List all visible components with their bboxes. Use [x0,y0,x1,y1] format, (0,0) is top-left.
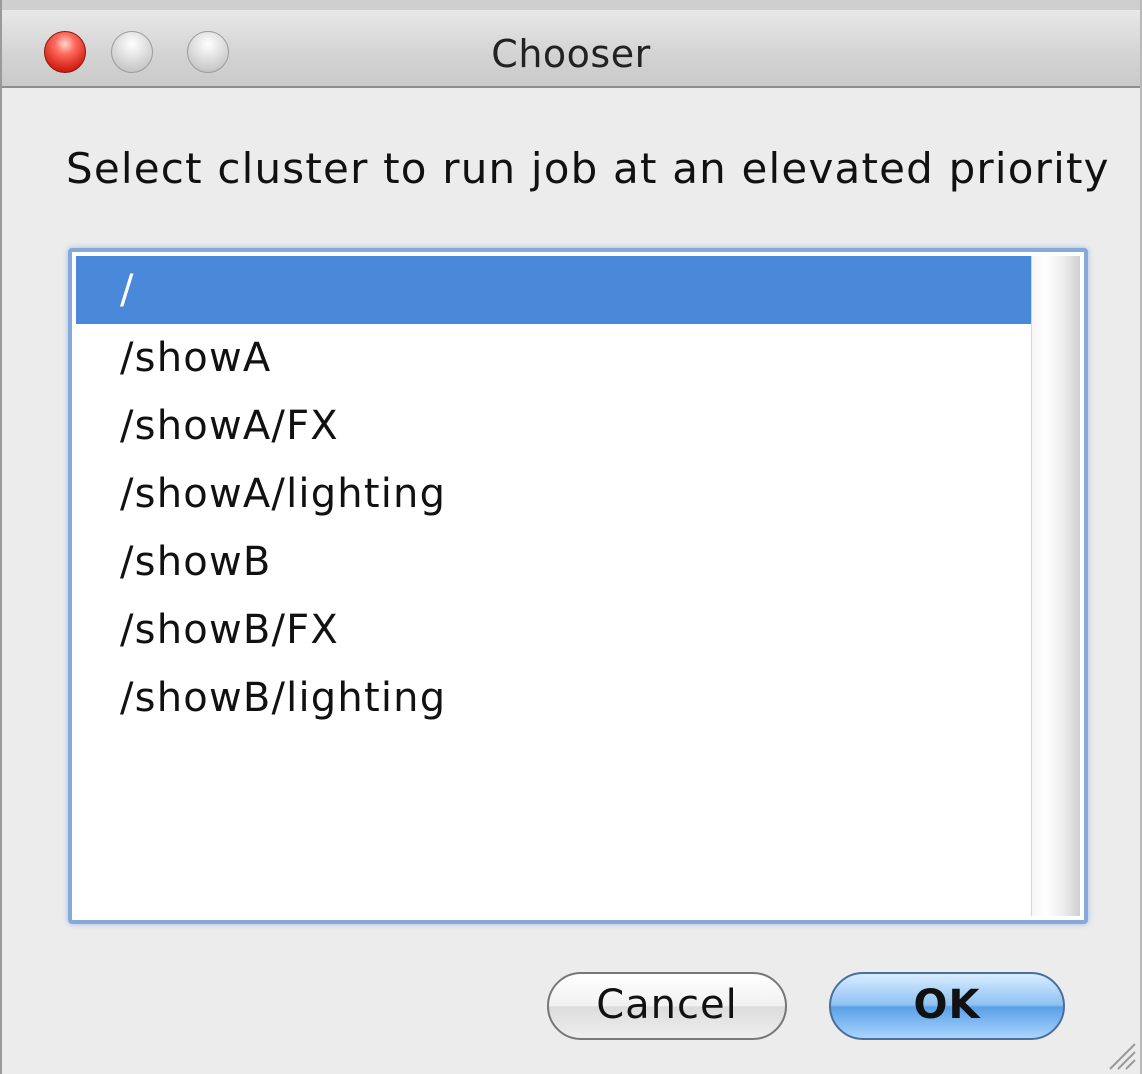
cluster-list[interactable]: / /showA /showA/FX /showA/lighting /show… [68,248,1088,924]
ok-button[interactable]: OK [829,972,1065,1040]
list-item[interactable]: /showA [76,324,1032,392]
list-item[interactable]: /showB [76,528,1032,596]
list-item[interactable]: /showB/lighting [76,664,1032,732]
cancel-button[interactable]: Cancel [547,972,787,1040]
list-item[interactable]: /showB/FX [76,596,1032,664]
cluster-list-items: / /showA /showA/FX /showA/lighting /show… [76,256,1032,916]
window-title: Chooser [491,32,651,76]
list-item[interactable]: /showA/lighting [76,460,1032,528]
list-item[interactable]: /showA/FX [76,392,1032,460]
resize-grip-icon[interactable] [1102,1036,1136,1070]
list-item[interactable]: / [76,256,1032,324]
prompt-label: Select cluster to run job at an elevated… [66,144,1110,193]
chooser-window: Chooser Select cluster to run job at an … [0,0,1142,1074]
title-bar[interactable]: Chooser [2,0,1140,88]
vertical-scrollbar[interactable] [1031,256,1080,916]
